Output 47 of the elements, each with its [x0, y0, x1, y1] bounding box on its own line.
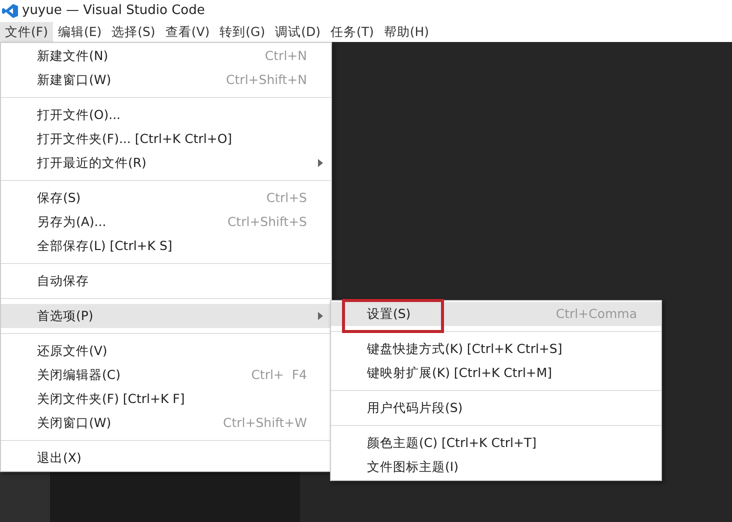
menu-item-label: 全部保存(L) [Ctrl+K S] — [37, 236, 172, 255]
menu-item-label: 用户代码片段(S) — [367, 398, 463, 417]
menu-item-label: 新建窗口(W) — [37, 70, 112, 89]
menu-item-label: 文件图标主题(I) — [367, 458, 458, 476]
shortcut-label: Ctrl+Shift+W — [223, 414, 307, 432]
menu-item-label: 关闭文件夹(F) [Ctrl+K F] — [37, 390, 185, 408]
menu-item[interactable]: 首选项(P) — [1, 304, 331, 328]
menu-item[interactable]: 保存(S) Ctrl+S — [1, 186, 331, 210]
menu-item-label: 保存(S) — [37, 188, 81, 207]
shortcut-label: Ctrl+Shift+N — [226, 70, 307, 89]
menu-item-label: 颜色主题(C) [Ctrl+K Ctrl+T] — [367, 434, 536, 452]
menu-item-label: 键映射扩展(K) [Ctrl+K Ctrl+M] — [367, 364, 552, 382]
menu-item[interactable]: 打开最近的文件(R) — [1, 151, 331, 175]
shortcut-label: Ctrl+Comma — [556, 304, 637, 323]
menu-item[interactable]: 新建窗口(W) Ctrl+Shift+N — [1, 68, 331, 92]
menu-item-label: 设置(S) — [367, 304, 411, 323]
app-logo-icon — [2, 3, 18, 19]
window-title: yuyue — Visual Studio Code — [22, 2, 205, 20]
shortcut-label: Ctrl+Shift+S — [227, 212, 307, 231]
menu-item[interactable]: 打开文件(O)... — [1, 103, 331, 127]
shortcut-label: Ctrl+N — [264, 46, 307, 65]
menu-item[interactable]: 文件图标主题(I) — [331, 455, 661, 479]
menu-item[interactable]: 新建文件(N) Ctrl+N — [1, 44, 331, 68]
menu-item-label: 关闭编辑器(C) — [37, 366, 120, 384]
menu-item-label: 自动保存 — [37, 272, 89, 290]
menu-item[interactable]: 键映射扩展(K) [Ctrl+K Ctrl+M] — [331, 361, 661, 385]
menu-item[interactable]: 全部保存(L) [Ctrl+K S] — [1, 234, 331, 258]
menu-item[interactable]: 颜色主题(C) [Ctrl+K Ctrl+T] — [331, 431, 661, 455]
menu-item-label: 另存为(A)... — [37, 212, 106, 231]
menu-item-label: 键盘快捷方式(K) [Ctrl+K Ctrl+S] — [367, 340, 562, 358]
menu-item-label: 打开文件(O)... — [37, 106, 121, 124]
menu-item-label: 首选项(P) — [37, 306, 94, 325]
shortcut-label: Ctrl+ F4 — [251, 366, 307, 384]
menu-item[interactable]: 打开文件夹(F)... [Ctrl+K Ctrl+O] — [1, 127, 331, 151]
menu-item[interactable]: 自动保存 — [1, 269, 331, 293]
menu-item-label: 关闭窗口(W) — [37, 414, 112, 432]
menu-item-label: 还原文件(V) — [37, 342, 108, 360]
menu-item[interactable]: 设置(S) Ctrl+Comma — [331, 302, 661, 326]
menu-item-label: 打开文件夹(F)... [Ctrl+K Ctrl+O] — [37, 130, 232, 148]
menu-item[interactable]: 键盘快捷方式(K) [Ctrl+K Ctrl+S] — [331, 337, 661, 361]
menu-item[interactable]: 用户代码片段(S) — [331, 396, 661, 420]
shortcut-label: Ctrl+S — [266, 188, 307, 207]
menu-item-label: 新建文件(N) — [37, 46, 108, 65]
menu-item[interactable]: 另存为(A)... Ctrl+Shift+S — [1, 210, 331, 234]
menu-item-label: 打开最近的文件(R) — [37, 154, 146, 172]
menu-item-label: 退出(X) — [37, 448, 82, 467]
menu-bar-item[interactable]: 文件(F) — [0, 22, 53, 42]
